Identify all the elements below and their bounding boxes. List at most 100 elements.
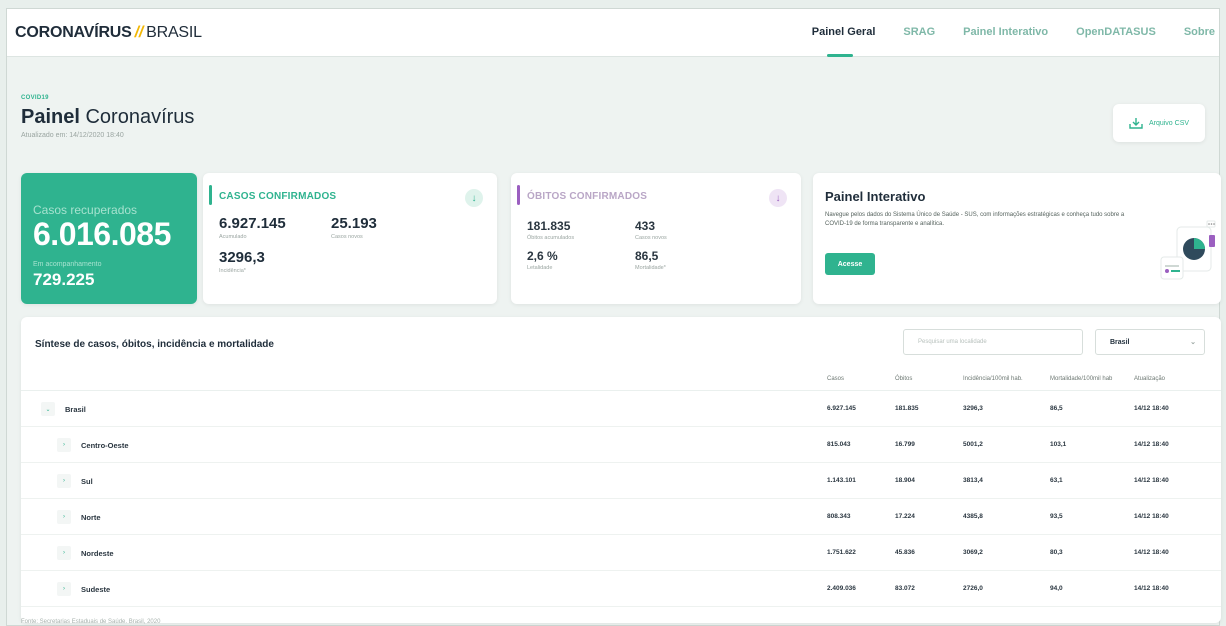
- nav-sobre[interactable]: Sobre: [1184, 26, 1215, 38]
- row-incidencia: 2726,0: [963, 585, 983, 592]
- col-atualizacao: Atualização: [1134, 376, 1166, 382]
- row-incidencia: 5001,2: [963, 441, 983, 448]
- row-obitos: 17.224: [895, 513, 915, 520]
- row-name: Sul: [81, 477, 93, 486]
- table-row[interactable]: › Norte 808.343 17.224 4385,8 93,5 14/12…: [21, 499, 1221, 535]
- row-incidencia: 3069,2: [963, 549, 983, 556]
- table-row[interactable]: ⌄ Brasil 6.927.145 181.835 3296,3 86,5 1…: [21, 391, 1221, 427]
- site-logo[interactable]: CORONAVÍRUS//BRASIL: [15, 24, 202, 42]
- localidade-select-value: Brasil: [1110, 338, 1130, 346]
- casos-novos-value: 25.193: [331, 215, 377, 232]
- col-obitos: Óbitos: [895, 376, 913, 382]
- acompanhamento-value: 729.225: [33, 270, 95, 289]
- last-updated: Atualizado em: 14/12/2020 18:40: [21, 132, 124, 139]
- row-atualizacao: 14/12 18:40: [1134, 405, 1169, 412]
- nav-painel-geral[interactable]: Painel Geral: [812, 26, 875, 57]
- arrow-down-icon[interactable]: ↓: [465, 189, 483, 207]
- download-csv-button[interactable]: Arquivo CSV: [1113, 104, 1205, 142]
- sintese-panel: Síntese de casos, óbitos, incidência e m…: [21, 317, 1221, 623]
- chevron-right-icon[interactable]: ›: [57, 546, 71, 560]
- row-casos: 815.043: [827, 441, 851, 448]
- row-casos: 808.343: [827, 513, 851, 520]
- row-obitos: 18.904: [895, 477, 915, 484]
- painel-interativo-card: Painel Interativo Navegue pelos dados do…: [813, 173, 1221, 304]
- letalidade-value: 2,6 %: [527, 249, 558, 263]
- row-obitos: 45.836: [895, 549, 915, 556]
- search-input[interactable]: Pesquisar uma localidade: [903, 329, 1083, 355]
- page-title-bold: Painel: [21, 106, 80, 128]
- row-atualizacao: 14/12 18:40: [1134, 441, 1169, 448]
- page-title: Painel Coronavírus: [21, 106, 194, 129]
- page-title-rest: Coronavírus: [85, 106, 195, 128]
- brand-country: BRASIL: [146, 24, 202, 41]
- letalidade-label: Letalidade: [527, 265, 553, 271]
- recuperados-label: Casos recuperados: [33, 203, 138, 217]
- chevron-right-icon[interactable]: ›: [57, 510, 71, 524]
- casos-confirmados-title: CASOS CONFIRMADOS: [219, 191, 337, 202]
- nav-opendatasus[interactable]: OpenDATASUS: [1076, 26, 1156, 38]
- chevron-down-icon: ⌄: [1190, 339, 1196, 346]
- mortalidade-value: 86,5: [635, 249, 659, 263]
- row-casos: 1.751.622: [827, 549, 856, 556]
- table-row[interactable]: › Centro-Oeste 815.043 16.799 5001,2 103…: [21, 427, 1221, 463]
- table-row[interactable]: › Sul 1.143.101 18.904 3813,4 63,1 14/12…: [21, 463, 1221, 499]
- chevron-right-icon[interactable]: ›: [57, 438, 71, 452]
- col-incidencia: Incidência/100mil hab.: [963, 376, 1023, 382]
- obitos-acumulados-label: Óbitos acumulados: [527, 235, 575, 241]
- download-csv-label: Arquivo CSV: [1148, 119, 1190, 127]
- casos-confirmados-card: CASOS CONFIRMADOS ↓ 6.927.145 Acumulado …: [203, 173, 497, 304]
- incidencia-label: Incidência*: [219, 268, 246, 274]
- row-name: Centro-Oeste: [81, 441, 129, 450]
- source-footnote: Fonte: Secretarias Estaduais de Saúde. B…: [21, 619, 161, 625]
- nav-srag[interactable]: SRAG: [903, 26, 935, 38]
- mortalidade-label: Mortalidade*: [635, 265, 666, 271]
- casos-novos-label: Casos novos: [331, 234, 363, 240]
- card-accent-bar: [209, 185, 212, 205]
- obitos-novos-value: 433: [635, 219, 656, 233]
- row-atualizacao: 14/12 18:40: [1134, 585, 1169, 592]
- brand-slash: //: [134, 24, 144, 41]
- row-obitos: 181.835: [895, 405, 919, 412]
- app-frame: CORONAVÍRUS//BRASIL Painel Geral SRAG Pa…: [6, 8, 1221, 626]
- table-row[interactable]: › Nordeste 1.751.622 45.836 3069,2 80,3 …: [21, 535, 1221, 571]
- row-name: Nordeste: [81, 549, 114, 558]
- row-casos: 6.927.145: [827, 405, 856, 412]
- localidade-select[interactable]: Brasil ⌄: [1095, 329, 1205, 355]
- acesse-button[interactable]: Acesse: [825, 253, 875, 275]
- row-mortalidade: 80,3: [1050, 549, 1063, 556]
- row-name: Brasil: [65, 405, 86, 414]
- row-name: Norte: [81, 513, 101, 522]
- arrow-down-icon[interactable]: ↓: [769, 189, 787, 207]
- collapse-icon[interactable]: ⌄: [41, 402, 55, 416]
- brand-main: CORONAVÍRUS: [15, 24, 132, 41]
- row-mortalidade: 86,5: [1050, 405, 1063, 412]
- nav-painel-interativo[interactable]: Painel Interativo: [963, 26, 1048, 38]
- row-atualizacao: 14/12 18:40: [1134, 549, 1169, 556]
- col-casos: Casos: [827, 376, 845, 382]
- acompanhamento-label: Em acompanhamento: [33, 261, 102, 268]
- col-mortalidade: Mortalidade/100mil hab: [1050, 376, 1113, 382]
- chevron-right-icon[interactable]: ›: [57, 582, 71, 596]
- acumulado-label: Acumulado: [219, 234, 247, 240]
- obitos-confirmados-card: ÓBITOS CONFIRMADOS ↓ 181.835 Óbitos acum…: [511, 173, 801, 304]
- card-accent-bar: [517, 185, 520, 205]
- download-icon: [1129, 118, 1143, 129]
- row-incidencia: 3813,4: [963, 477, 983, 484]
- table-row[interactable]: › Sudeste 2.409.036 83.072 2726,0 94,0 1…: [21, 571, 1221, 607]
- chevron-right-icon[interactable]: ›: [57, 474, 71, 488]
- row-mortalidade: 93,5: [1050, 513, 1063, 520]
- obitos-novos-label: Casos novos: [635, 235, 667, 241]
- obitos-confirmados-title: ÓBITOS CONFIRMADOS: [527, 191, 648, 202]
- row-incidencia: 4385,8: [963, 513, 983, 520]
- incidencia-value: 3296,3: [219, 249, 265, 266]
- recuperados-card: Casos recuperados 6.016.085 Em acompanha…: [21, 173, 197, 304]
- recuperados-value: 6.016.085: [33, 216, 171, 252]
- row-obitos: 83.072: [895, 585, 915, 592]
- dashboard-illustration-icon: [1160, 220, 1216, 280]
- acumulado-value: 6.927.145: [219, 215, 286, 232]
- row-casos: 1.143.101: [827, 477, 856, 484]
- top-navigation-bar: CORONAVÍRUS//BRASIL Painel Geral SRAG Pa…: [7, 9, 1219, 57]
- obitos-acumulados-value: 181.835: [527, 219, 571, 233]
- row-obitos: 16.799: [895, 441, 915, 448]
- painel-interativo-text: Navegue pelos dados do Sistema Único de …: [825, 212, 1125, 227]
